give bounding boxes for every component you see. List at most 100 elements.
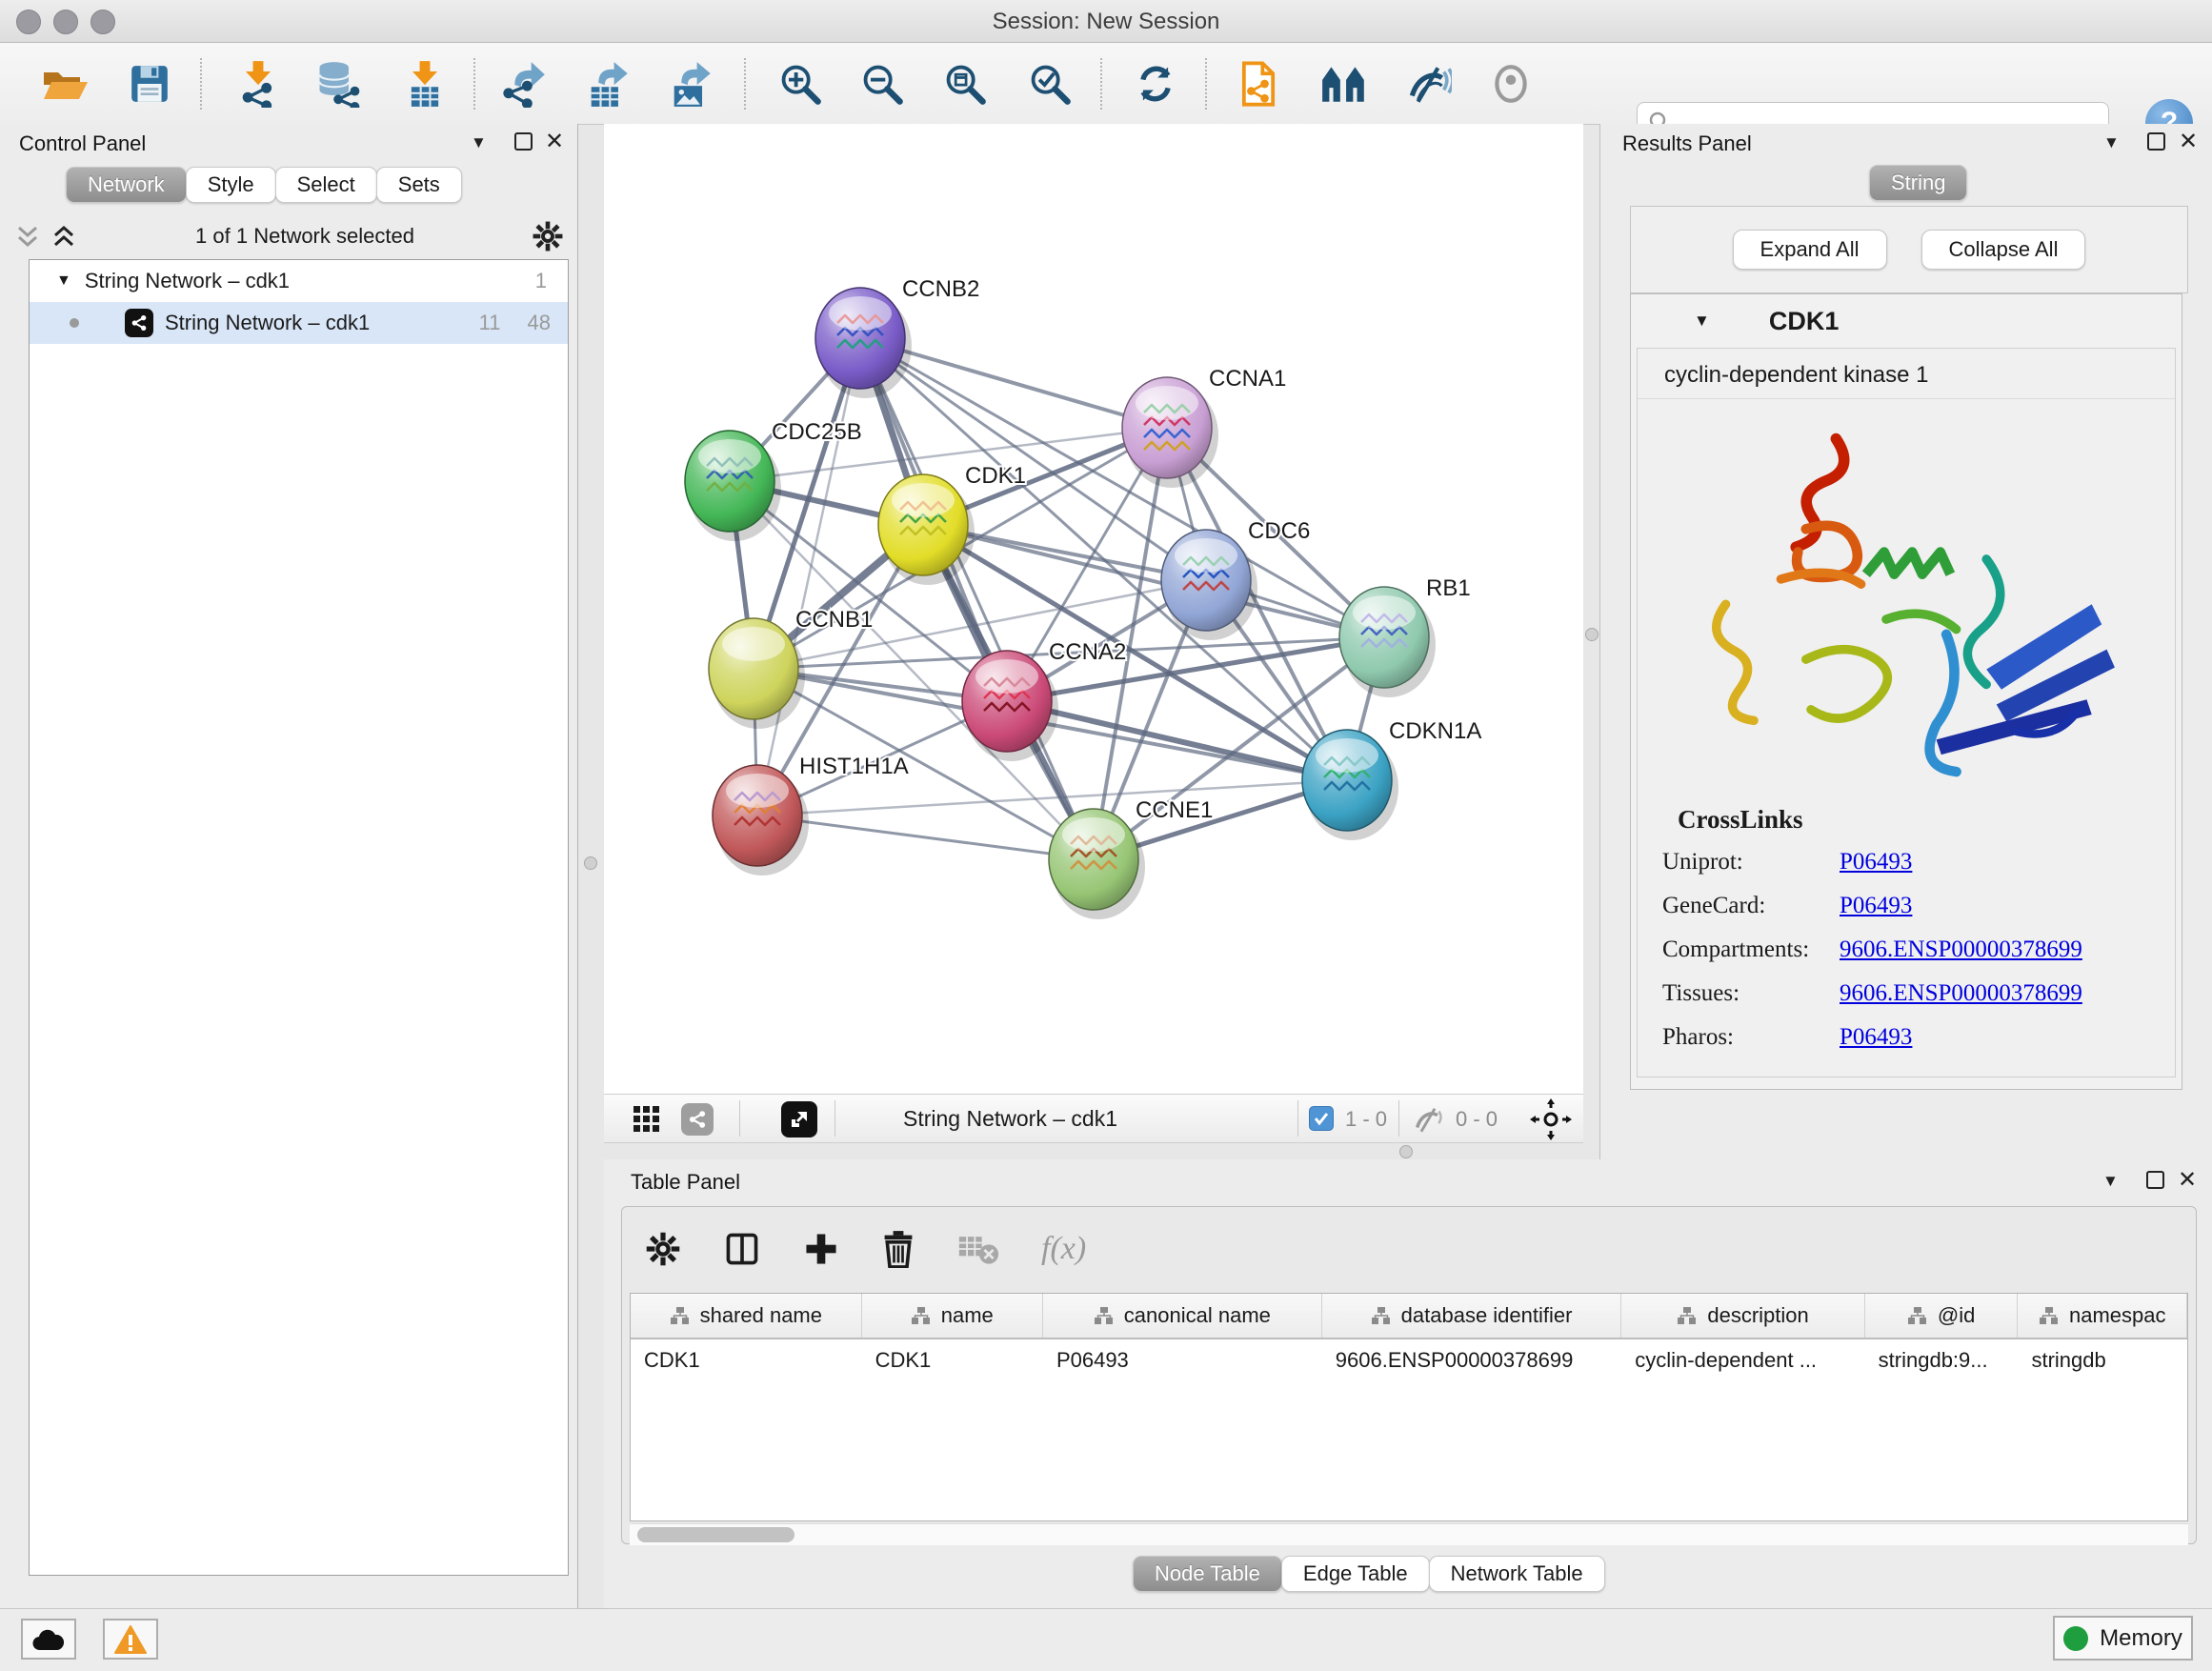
network-view-title: String Network – cdk1 bbox=[903, 1106, 1117, 1132]
column-header-label: database identifier bbox=[1401, 1303, 1573, 1328]
column-header-name[interactable]: name bbox=[862, 1294, 1043, 1338]
float-panel-icon[interactable]: ▼ bbox=[471, 133, 486, 149]
network-node-CCNA2[interactable]: CCNA2 bbox=[962, 639, 1126, 761]
collapse-all-icon[interactable] bbox=[13, 222, 42, 251]
tab-edge-table[interactable]: Edge Table bbox=[1281, 1556, 1430, 1592]
network-node-CDKN1A[interactable]: CDKN1A bbox=[1302, 718, 1481, 840]
float-panel-icon[interactable]: ▼ bbox=[2102, 1172, 2118, 1187]
grid-view-icon[interactable] bbox=[633, 1105, 661, 1134]
crosslink-link-pharos[interactable]: P06493 bbox=[1840, 1024, 1912, 1051]
maximize-panel-icon[interactable] bbox=[514, 132, 533, 151]
network-edge-CCNB2-HIST1H1A[interactable] bbox=[757, 338, 860, 815]
table-row[interactable]: CDK1CDK1P064939606.ENSP00000378699cyclin… bbox=[631, 1339, 2187, 1381]
node-result-body: cyclin-dependent kinase 1 bbox=[1637, 348, 2176, 1077]
network-edge-CCNB2-CCNE1[interactable] bbox=[860, 338, 1094, 859]
zoom-in-button[interactable] bbox=[774, 58, 826, 110]
table-cell[interactable]: P06493 bbox=[1043, 1339, 1322, 1381]
show-columns-icon[interactable] bbox=[723, 1230, 761, 1268]
table-cell[interactable]: cyclin-dependent ... bbox=[1621, 1339, 1864, 1381]
close-panel-icon[interactable]: ✕ bbox=[2178, 1169, 2197, 1192]
tab-string[interactable]: String bbox=[1869, 165, 1967, 201]
tab-network-table[interactable]: Network Table bbox=[1429, 1556, 1605, 1592]
export-table-button[interactable] bbox=[581, 58, 633, 110]
network-collection-row[interactable]: ▼ String Network – cdk1 1 bbox=[30, 260, 568, 302]
toolbar-separator bbox=[744, 58, 746, 110]
network-node-CCNB2[interactable]: CCNB2 bbox=[815, 276, 979, 398]
column-header-namespac[interactable]: namespac bbox=[2018, 1294, 2187, 1338]
string-view-icon[interactable] bbox=[681, 1103, 714, 1136]
tree-expander-icon[interactable]: ▼ bbox=[56, 272, 71, 290]
network-node-HIST1H1A[interactable]: HIST1H1A bbox=[713, 754, 909, 876]
tab-style[interactable]: Style bbox=[186, 167, 276, 203]
crosslink-link-compartments[interactable]: 9606.ENSP00000378699 bbox=[1840, 936, 2082, 963]
node-result-header[interactable]: ▼ CDK1 bbox=[1631, 294, 2182, 348]
export-image-button[interactable] bbox=[664, 58, 715, 110]
table-cell[interactable]: CDK1 bbox=[862, 1339, 1043, 1381]
export-network-button[interactable] bbox=[497, 58, 549, 110]
maximize-panel-icon[interactable] bbox=[2147, 132, 2165, 151]
column-header-canonical-name[interactable]: canonical name bbox=[1043, 1294, 1322, 1338]
network-node-RB1[interactable]: RB1 bbox=[1339, 575, 1471, 697]
hide-panels-button[interactable] bbox=[1402, 58, 1454, 110]
open-session-button[interactable] bbox=[39, 58, 90, 110]
table-hscrollbar[interactable] bbox=[630, 1523, 2188, 1545]
network-node-CDC6[interactable]: CDC6 bbox=[1161, 518, 1310, 640]
table-cell[interactable]: CDK1 bbox=[631, 1339, 862, 1381]
zoom-selected-button[interactable] bbox=[1024, 58, 1076, 110]
table-cell[interactable]: stringdb:9... bbox=[1865, 1339, 2019, 1381]
network-node-CDC25B[interactable]: CDC25B bbox=[685, 419, 862, 541]
warnings-button[interactable] bbox=[103, 1619, 158, 1660]
close-panel-icon[interactable]: ✕ bbox=[545, 131, 564, 153]
network-node-CCNB1[interactable]: CCNB1 bbox=[709, 607, 873, 729]
column-header-description[interactable]: description bbox=[1621, 1294, 1864, 1338]
expand-all-icon[interactable] bbox=[50, 222, 78, 251]
tab-sets[interactable]: Sets bbox=[376, 167, 462, 203]
open-in-new-window-icon[interactable] bbox=[781, 1101, 817, 1137]
document-share-button[interactable] bbox=[1233, 58, 1284, 110]
tab-select[interactable]: Select bbox=[275, 167, 377, 203]
splitter-grip[interactable] bbox=[1399, 1145, 1413, 1158]
refresh-button[interactable] bbox=[1130, 58, 1181, 110]
zoom-out-button[interactable] bbox=[856, 58, 908, 110]
tab-network[interactable]: Network bbox=[66, 167, 187, 203]
show-eye-button[interactable] bbox=[1485, 58, 1537, 110]
network-node-CCNA1[interactable]: CCNA1 bbox=[1122, 366, 1286, 488]
network-row[interactable]: String Network – cdk1 11 48 bbox=[30, 302, 568, 344]
close-panel-icon[interactable]: ✕ bbox=[2179, 131, 2198, 153]
table-options-gear-icon[interactable] bbox=[645, 1231, 681, 1267]
zoom-fit-button[interactable] bbox=[939, 58, 991, 110]
splitter-grip[interactable] bbox=[1585, 628, 1599, 641]
expand-all-button[interactable]: Expand All bbox=[1733, 230, 1887, 270]
delete-column-icon[interactable] bbox=[881, 1230, 915, 1268]
cloud-button[interactable] bbox=[21, 1619, 76, 1660]
import-network-from-database-button[interactable] bbox=[312, 58, 363, 110]
network-node-CCNE1[interactable]: CCNE1 bbox=[1049, 797, 1213, 919]
network-canvas[interactable]: CCNB2CCNA1CDC25BCDK1CDC6RB1CCNB1CCNA2CDK… bbox=[604, 124, 1583, 1094]
column-header-database-identifier[interactable]: database identifier bbox=[1322, 1294, 1622, 1338]
column-header-shared-name[interactable]: shared name bbox=[631, 1294, 862, 1338]
table-cell[interactable]: stringdb bbox=[2018, 1339, 2187, 1381]
tab-node-table[interactable]: Node Table bbox=[1133, 1556, 1282, 1592]
birds-eye-crosshair-icon[interactable] bbox=[1530, 1098, 1572, 1140]
memory-button[interactable]: Memory bbox=[2053, 1616, 2193, 1661]
network-options-gear-icon[interactable] bbox=[532, 220, 564, 252]
column-header--id[interactable]: @id bbox=[1865, 1294, 2019, 1338]
float-panel-icon[interactable]: ▼ bbox=[2103, 133, 2119, 149]
maximize-panel-icon[interactable] bbox=[2146, 1171, 2164, 1189]
binoculars-button[interactable] bbox=[1318, 58, 1370, 110]
crosslink-link-tissues[interactable]: 9606.ENSP00000378699 bbox=[1840, 980, 2082, 1007]
section-expander-icon[interactable]: ▼ bbox=[1694, 312, 1710, 331]
results-panel-title: Results Panel bbox=[1622, 131, 1752, 156]
zoom-fit-icon bbox=[942, 61, 988, 107]
import-table-button[interactable] bbox=[399, 58, 451, 110]
crosslink-link-uniprot[interactable]: P06493 bbox=[1840, 849, 1912, 876]
selected-checkbox[interactable] bbox=[1309, 1106, 1334, 1131]
crosslink-link-genecard[interactable]: P06493 bbox=[1840, 893, 1912, 919]
add-column-icon[interactable] bbox=[803, 1231, 839, 1267]
save-session-button[interactable] bbox=[124, 58, 175, 110]
collapse-all-button[interactable]: Collapse All bbox=[1921, 230, 2086, 270]
scrollbar-thumb[interactable] bbox=[637, 1527, 794, 1542]
import-network-button[interactable] bbox=[232, 58, 284, 110]
splitter-grip[interactable] bbox=[584, 856, 597, 870]
table-cell[interactable]: 9606.ENSP00000378699 bbox=[1322, 1339, 1622, 1381]
